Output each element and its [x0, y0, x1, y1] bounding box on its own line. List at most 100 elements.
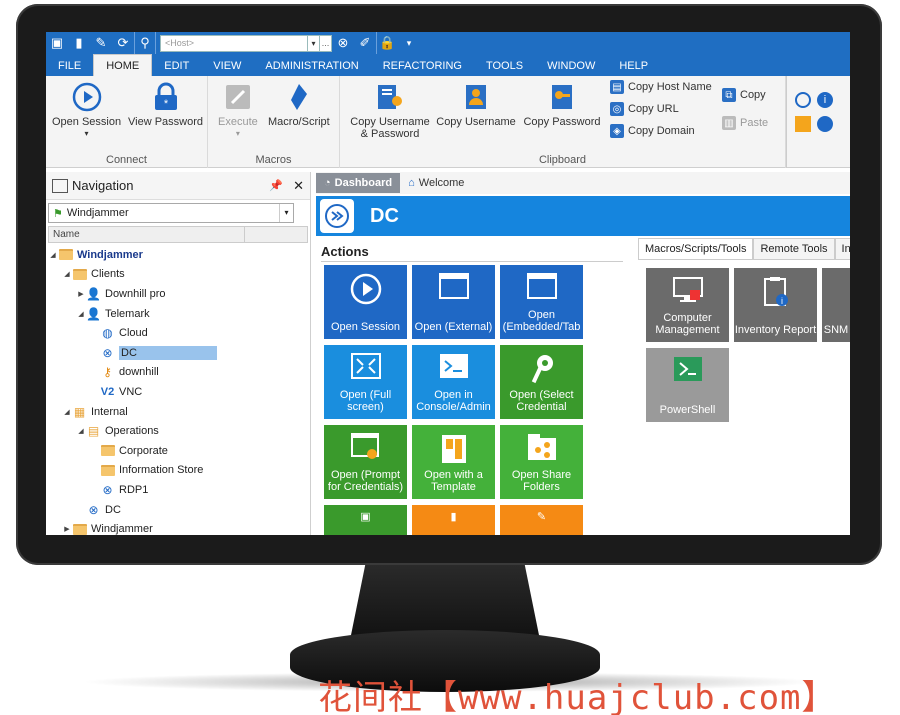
- tab-file[interactable]: FILE: [46, 54, 93, 76]
- copy-domain-button[interactable]: ◈ Copy Domain: [610, 124, 695, 138]
- pin-pane-icon[interactable]: 📌: [269, 179, 283, 192]
- open-session-button[interactable]: Open Session ▾: [52, 78, 121, 140]
- action-tile[interactable]: Open (Full screen): [324, 345, 407, 419]
- tree-column-header[interactable]: Name: [48, 226, 308, 243]
- tab-tools[interactable]: TOOLS: [474, 54, 535, 76]
- host-browse-button[interactable]: …: [320, 34, 332, 52]
- tab-remote-tools[interactable]: Remote Tools: [753, 238, 835, 259]
- tool-tile[interactable]: Computer Management: [646, 268, 729, 342]
- tab-administration[interactable]: ADMINISTRATION: [253, 54, 370, 76]
- tree-node[interactable]: ⊗ RDP1: [46, 480, 310, 500]
- tab-macros-scripts-tools[interactable]: Macros/Scripts/Tools: [638, 238, 754, 259]
- help-icon[interactable]: [817, 116, 833, 132]
- info-icon[interactable]: i: [817, 92, 833, 108]
- tool-tile[interactable]: SNM: [822, 268, 850, 342]
- tree-node[interactable]: ◍ Cloud: [46, 323, 310, 343]
- copy-button[interactable]: ⧉ Copy: [722, 88, 766, 102]
- tree-node[interactable]: ◢ ▦ Internal: [46, 402, 310, 422]
- computer-icon: [646, 276, 729, 306]
- collapse-arrow-icon[interactable]: ◢: [48, 251, 58, 259]
- copy-host-name-button[interactable]: ▤ Copy Host Name: [610, 80, 712, 94]
- template-icon: [412, 433, 495, 465]
- tree-node[interactable]: ◢ Windjammer: [46, 245, 310, 265]
- tree-node[interactable]: ◢ Clients: [46, 265, 310, 285]
- customize-dropdown-icon[interactable]: ▾: [398, 32, 420, 54]
- tab-welcome[interactable]: ⌂ Welcome: [400, 173, 472, 193]
- tree-node[interactable]: ⊗ DC: [46, 343, 310, 363]
- host-dropdown-arrow[interactable]: ▾: [308, 34, 320, 52]
- tree-node[interactable]: V2 VNC: [46, 382, 310, 402]
- edit-icon[interactable]: ✎: [90, 32, 112, 54]
- refresh-icon[interactable]: ⟳: [112, 32, 134, 54]
- copy-username-password-button[interactable]: Copy Username & Password: [350, 78, 430, 140]
- copy-username-button[interactable]: Copy Username: [436, 78, 516, 128]
- tab-help[interactable]: HELP: [607, 54, 660, 76]
- tree-node-label: VNC: [119, 385, 143, 398]
- tool-tile[interactable]: PowerShell: [646, 348, 729, 422]
- pin-icon[interactable]: ✐: [354, 32, 376, 54]
- copy-host-icon: ▤: [610, 80, 624, 94]
- tab-dashboard[interactable]: ◔ Dashboard: [316, 173, 401, 193]
- tree-node-label: DC: [105, 503, 121, 516]
- action-tile-partial-3[interactable]: ✎: [500, 505, 583, 535]
- close-pane-icon[interactable]: ✕: [293, 178, 304, 194]
- building-icon: ▦: [73, 404, 86, 419]
- app-icon[interactable]: ▣: [46, 32, 68, 54]
- tool-tile[interactable]: i Inventory Report: [734, 268, 817, 342]
- action-tile[interactable]: Open (External): [412, 265, 495, 339]
- host-input[interactable]: <Host>: [160, 34, 308, 52]
- collapse-arrow-icon[interactable]: ◢: [62, 408, 72, 416]
- action-tile[interactable]: Open Share Folders: [500, 425, 583, 499]
- tree-node-label: DC: [119, 345, 217, 360]
- tree-node[interactable]: Corporate: [46, 441, 310, 461]
- search-icon[interactable]: ⚲: [134, 32, 156, 54]
- tree-node[interactable]: ▶ Windjammer: [46, 519, 310, 535]
- tree-node[interactable]: ⊗ DC: [46, 500, 310, 520]
- action-tile[interactable]: Open (Select Credential: [500, 345, 583, 419]
- vault-dropdown-icon[interactable]: ▾: [279, 204, 293, 222]
- tree-node-label: Cloud: [119, 327, 148, 340]
- ribbon-group-clipboard: Copy Username & Password Copy Username C…: [340, 76, 786, 168]
- action-tile[interactable]: Open (Embedded/Tab: [500, 265, 583, 339]
- expand-arrow-icon[interactable]: ▶: [62, 525, 72, 533]
- tab-information[interactable]: Infor: [834, 238, 850, 259]
- open-session-label: Open Session: [52, 116, 122, 128]
- copy-username-label: Copy Username: [436, 116, 516, 128]
- tab-home[interactable]: HOME: [93, 54, 153, 76]
- collapse-arrow-icon[interactable]: ◢: [62, 270, 72, 278]
- collapse-arrow-icon[interactable]: ◢: [76, 310, 86, 318]
- new-entry-icon[interactable]: ▮: [68, 32, 90, 54]
- tab-edit[interactable]: EDIT: [152, 54, 201, 76]
- lock-icon[interactable]: 🔒: [376, 32, 398, 54]
- tree-node[interactable]: ▶ 👤 Downhill pro: [46, 284, 310, 304]
- execute-dropdown-icon[interactable]: ▾: [236, 128, 240, 140]
- paste-button[interactable]: ▥ Paste: [722, 116, 768, 130]
- action-tile-partial-1[interactable]: ▣: [324, 505, 407, 535]
- vault-selector[interactable]: ⚑ Windjammer ▾: [48, 203, 294, 223]
- action-tile[interactable]: Open in Console/Admin: [412, 345, 495, 419]
- list-icon[interactable]: [795, 92, 811, 108]
- globe-icon: ◍: [102, 326, 113, 341]
- tree-node-label: Internal: [91, 405, 128, 418]
- tab-window[interactable]: WINDOW: [535, 54, 607, 76]
- tab-view[interactable]: VIEW: [201, 54, 253, 76]
- tree-node[interactable]: Information Store: [46, 461, 310, 481]
- execute-button[interactable]: Execute ▾: [218, 78, 258, 140]
- collapse-arrow-icon[interactable]: ◢: [76, 427, 86, 435]
- tree-node[interactable]: ◢ 👤 Telemark: [46, 304, 310, 324]
- properties-icon[interactable]: [795, 116, 811, 132]
- tab-refactoring[interactable]: REFACTORING: [371, 54, 474, 76]
- action-tile[interactable]: Open (Prompt for Credentials): [324, 425, 407, 499]
- tree-node[interactable]: ⚷ downhill: [46, 363, 310, 383]
- action-tile[interactable]: Open Session: [324, 265, 407, 339]
- action-tile[interactable]: Open with a Template: [412, 425, 495, 499]
- copy-password-button[interactable]: Copy Password: [522, 78, 602, 128]
- quick-connect-icon[interactable]: ⊗: [332, 32, 354, 54]
- action-tile-partial-2[interactable]: ▮: [412, 505, 495, 535]
- tree-node[interactable]: ◢ ▤ Operations: [46, 421, 310, 441]
- view-password-button[interactable]: * View Password: [128, 78, 203, 128]
- open-session-dropdown-icon[interactable]: ▾: [85, 128, 89, 140]
- macro-script-button[interactable]: Macro/Script: [268, 78, 330, 128]
- copy-url-button[interactable]: ◎ Copy URL: [610, 102, 679, 116]
- expand-arrow-icon[interactable]: ▶: [76, 290, 86, 298]
